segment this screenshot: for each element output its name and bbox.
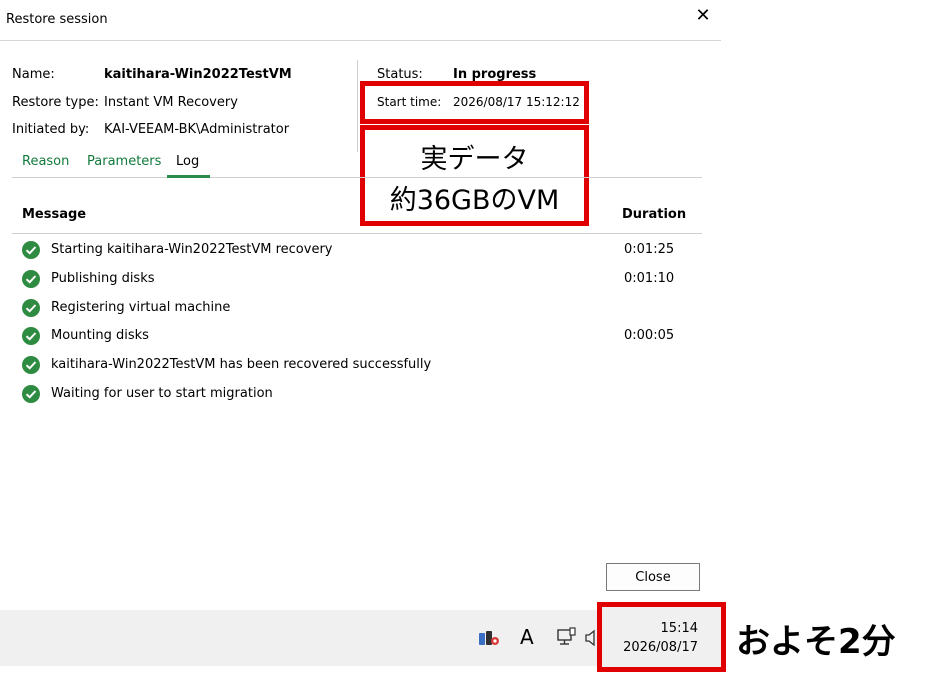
tab-reason[interactable]: Reason [22, 154, 69, 169]
column-header-message[interactable]: Message [22, 207, 86, 222]
log-row[interactable]: Publishing disks 0:01:10 [22, 269, 702, 289]
log-row[interactable]: Registering virtual machine [22, 298, 702, 318]
title-divider [0, 40, 721, 41]
log-message: Registering virtual machine [51, 300, 231, 315]
status-value: In progress [453, 67, 537, 82]
annotation-line-1: 実データ [420, 144, 529, 175]
initiated-by-value: KAI-VEEAM-BK\Administrator [104, 122, 290, 137]
network-icon[interactable] [556, 627, 576, 649]
summary-divider [357, 60, 358, 152]
log-row[interactable]: Waiting for user to start migration [22, 384, 702, 404]
active-tab-indicator [167, 175, 210, 178]
clock-date[interactable]: 2026/08/17 [605, 640, 698, 655]
log-duration: 0:00:05 [624, 328, 675, 343]
dialog-title: Restore session [6, 12, 108, 27]
tab-parameters[interactable]: Parameters [87, 154, 161, 169]
tabs-divider [12, 177, 702, 178]
start-time-label: Start time: [377, 95, 442, 109]
restore-type-value: Instant VM Recovery [104, 95, 238, 110]
log-message: Publishing disks [51, 271, 155, 286]
clock-time[interactable]: 15:14 [605, 621, 698, 636]
success-check-icon [22, 241, 40, 259]
success-check-icon [22, 270, 40, 288]
success-check-icon [22, 356, 40, 374]
success-check-icon [22, 299, 40, 317]
log-row[interactable]: Starting kaitihara-Win2022TestVM recover… [22, 240, 702, 260]
ime-indicator[interactable]: A [520, 625, 534, 649]
name-value: kaitihara-Win2022TestVM [104, 67, 292, 82]
log-message: Waiting for user to start migration [51, 386, 273, 401]
status-label: Status: [377, 67, 423, 82]
success-check-icon [22, 385, 40, 403]
restore-type-label: Restore type: [12, 95, 99, 110]
log-row[interactable]: kaitihara-Win2022TestVM has been recover… [22, 355, 702, 375]
elapsed-time-annotation: およそ2分 [736, 622, 896, 662]
tab-log[interactable]: Log [176, 154, 199, 169]
success-check-icon [22, 327, 40, 345]
app-tray-icon[interactable] [478, 628, 500, 648]
name-label: Name: [12, 67, 55, 82]
clock-highlight [597, 602, 726, 672]
initiated-by-label: Initiated by: [12, 122, 90, 137]
log-message: kaitihara-Win2022TestVM has been recover… [51, 357, 432, 372]
log-message: Starting kaitihara-Win2022TestVM recover… [51, 242, 333, 257]
log-row[interactable]: Mounting disks 0:00:05 [22, 326, 702, 346]
header-divider [12, 233, 702, 234]
annotation-line-2: 約36GBのVM [389, 185, 560, 216]
column-header-duration[interactable]: Duration [622, 207, 686, 222]
log-duration: 0:01:10 [624, 271, 675, 286]
close-icon[interactable]: ✕ [694, 7, 712, 25]
close-button[interactable]: Close [606, 563, 700, 591]
log-message: Mounting disks [51, 328, 149, 343]
log-duration: 0:01:25 [624, 242, 675, 257]
start-time-value: 2026/08/17 15:12:12 [453, 95, 580, 109]
